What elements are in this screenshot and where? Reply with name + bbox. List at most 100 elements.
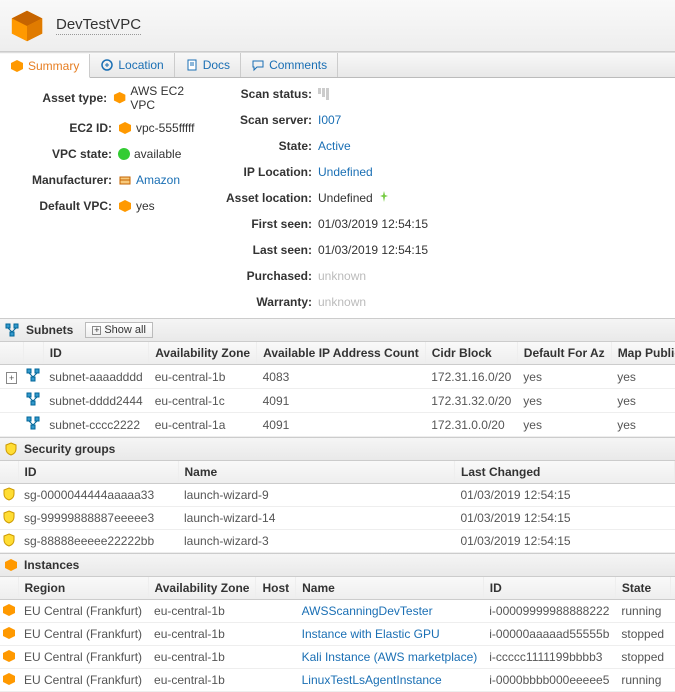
table-row[interactable]: sg-99999888887eeeee3 launch-wizard-14 01… [0,507,675,530]
scan-status-value [318,88,329,100]
shield-icon [0,507,18,530]
aws-cube-icon [118,199,132,213]
show-all-button[interactable]: + Show all [85,322,153,338]
instance-host [256,623,296,646]
sg-id: sg-0000044444aaaaa33 [18,484,178,507]
table-row[interactable]: + subnet-aaaadddd eu-central-1b 4083 172… [0,365,675,389]
tab-comments[interactable]: Comments [241,53,338,77]
col-region[interactable]: Region [18,577,148,600]
purchased-label: Purchased: [208,269,318,283]
ec2-id-value: vpc-555fffff [118,121,195,135]
instance-region: EU Central (Frankfurt) [18,669,148,692]
subnet-default: yes [517,413,611,437]
col-map-public[interactable]: Map Public IP On Laun [611,342,675,365]
aws-cube-icon [8,7,46,45]
col-inst-name[interactable]: Name [296,577,484,600]
instance-icon [0,623,18,646]
col-default-az[interactable]: Default For Az [517,342,611,365]
tab-label: Comments [269,58,327,72]
subnet-cidr: 172.31.32.0/20 [425,389,517,413]
instance-az: eu-central-1b [148,669,256,692]
subnet-id: subnet-cccc2222 [43,413,148,437]
tab-docs[interactable]: Docs [175,53,241,77]
tab-location[interactable]: Location [90,53,174,77]
col-avail-ip[interactable]: Available IP Address Count [257,342,426,365]
col-sg-name[interactable]: Name [178,461,455,484]
subnet-icon [23,413,43,437]
col-host[interactable]: Host [256,577,296,600]
col-state[interactable]: State [615,577,670,600]
instance-az: eu-central-1b [148,646,256,669]
location-icon [100,58,114,72]
subnet-count: 4083 [257,365,426,389]
warranty-value: unknown [318,295,366,309]
instance-name[interactable]: LinuxTestLsAgentInstance [296,669,484,692]
table-row[interactable]: EU Central (Frankfurt) eu-central-1b Ins… [0,623,675,646]
subnet-id: subnet-aaaadddd [43,365,148,389]
manufacturer-value[interactable]: Amazon [118,173,180,187]
status-available-icon [118,148,130,160]
last-seen-value: 01/03/2019 12:54:15 [318,243,428,257]
sg-last-changed: 01/03/2019 12:54:15 [455,530,675,553]
vpc-state-value: available [118,147,181,161]
table-row[interactable]: EU Central (Frankfurt) eu-central-1b Kal… [0,646,675,669]
vpc-state-label: VPC state: [8,147,118,161]
instance-id: i-0000bbbb000eeeee5 [483,669,615,692]
col-sg-last-changed[interactable]: Last Changed [455,461,675,484]
col-model[interactable]: Model [670,577,675,600]
instance-host [256,600,296,623]
subnet-map: yes [611,389,675,413]
aws-cube-icon [118,121,132,135]
scan-server-label: Scan server: [208,113,318,127]
subnet-cidr: 172.31.0.0/20 [425,413,517,437]
default-vpc-value: yes [118,199,155,213]
docs-icon [185,58,199,72]
security-groups-title: Security groups [24,442,115,456]
instance-model: t2.micr [670,646,675,669]
col-inst-id[interactable]: ID [483,577,615,600]
table-row[interactable]: sg-88888eeeee22222bb launch-wizard-3 01/… [0,530,675,553]
instance-model: t2.med [670,623,675,646]
tab-label: Location [118,58,163,72]
instance-name[interactable]: Kali Instance (AWS marketplace) [296,646,484,669]
col-inst-az[interactable]: Availability Zone [148,577,256,600]
scan-server-value[interactable]: I007 [318,113,341,127]
expand-toggle[interactable]: + [0,365,23,389]
instance-model: t2.micr [670,600,675,623]
table-row[interactable]: subnet-dddd2444 eu-central-1c 4091 172.3… [0,389,675,413]
first-seen-label: First seen: [208,217,318,231]
comments-icon [251,58,265,72]
col-az[interactable]: Availability Zone [149,342,257,365]
expand-toggle[interactable] [0,413,23,437]
instance-id: i-00009999988888222 [483,600,615,623]
table-row[interactable]: subnet-cccc2222 eu-central-1a 4091 172.3… [0,413,675,437]
subnet-id: subnet-dddd2444 [43,389,148,413]
subnet-icon [23,365,43,389]
tab-summary[interactable]: Summary [0,54,90,78]
ip-location-value[interactable]: Undefined [318,165,373,179]
instance-name[interactable]: Instance with Elastic GPU [296,623,484,646]
shield-icon [0,530,18,553]
instance-name[interactable]: AWSScanningDevTester [296,600,484,623]
instances-header: Instances [0,553,675,577]
state-value[interactable]: Active [318,139,351,153]
instances-icon [4,558,18,572]
subnet-icon [23,389,43,413]
instance-host [256,646,296,669]
table-row[interactable]: sg-0000044444aaaaa33 launch-wizard-9 01/… [0,484,675,507]
col-sg-id[interactable]: ID [18,461,178,484]
page-title[interactable]: DevTestVPC [56,16,141,35]
asset-location-value: Undefined [318,190,391,207]
table-row[interactable]: EU Central (Frankfurt) eu-central-1b AWS… [0,600,675,623]
expand-toggle[interactable] [0,389,23,413]
shield-icon [0,484,18,507]
instance-state: running [615,669,670,692]
instance-az: eu-central-1b [148,600,256,623]
subnet-default: yes [517,365,611,389]
table-row[interactable]: EU Central (Frankfurt) eu-central-1b Lin… [0,669,675,692]
col-id[interactable]: ID [43,342,148,365]
asset-type-value: AWS EC2 VPC [113,84,208,112]
instance-state: stopped [615,623,670,646]
pin-icon[interactable] [377,190,391,207]
col-cidr[interactable]: Cidr Block [425,342,517,365]
